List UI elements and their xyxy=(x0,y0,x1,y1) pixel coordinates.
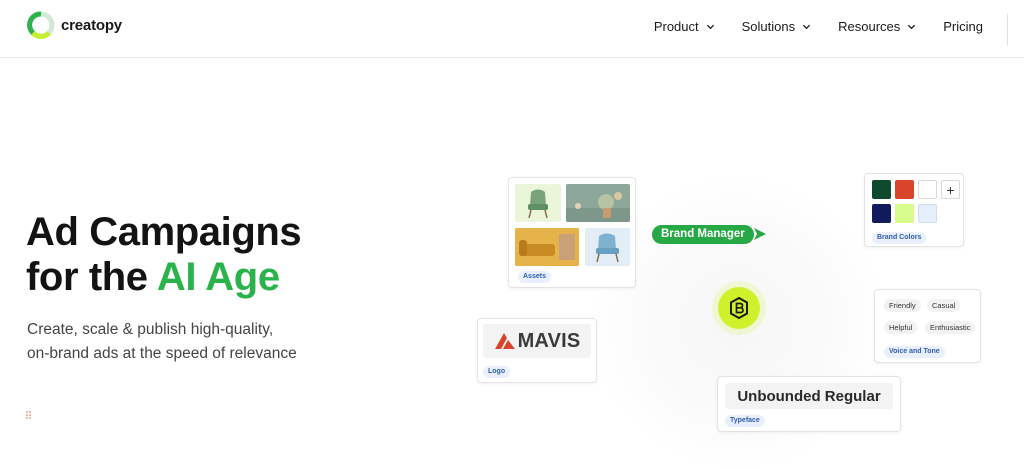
hero-title-prefix: for the xyxy=(26,255,157,299)
hero-subtitle-line2: on-brand ads at the speed of relevance xyxy=(27,345,297,362)
hero-subtitle-line1: Create, scale & publish high-quality, xyxy=(27,321,274,338)
creatopy-logo[interactable]: creatopy xyxy=(27,7,122,43)
hexagon-b-icon xyxy=(730,296,748,320)
nav-pricing[interactable]: Pricing xyxy=(943,19,983,34)
assets-card: Assets xyxy=(508,177,636,288)
blue-chair-image xyxy=(585,228,630,266)
dots-icon xyxy=(26,411,31,419)
mavis-mark-icon xyxy=(494,333,515,349)
nav-divider xyxy=(1007,14,1008,46)
hero-title-line1: Ad Campaigns xyxy=(26,210,302,254)
tone-enthusiastic: Enthusiastic xyxy=(925,321,976,334)
brand-name: creatopy xyxy=(61,16,122,34)
creatopy-logo-icon xyxy=(27,11,55,39)
brand-manager-pill: Brand Manager xyxy=(652,225,754,244)
brand-colors-chip: Brand Colors xyxy=(872,232,927,244)
swatch-red xyxy=(895,180,914,199)
typeface-sample: Unbounded Regular xyxy=(725,383,893,409)
add-color-button: + xyxy=(941,180,960,199)
top-navigation: creatopy Product Solutions Resources Pri… xyxy=(0,0,1024,58)
chevron-down-icon xyxy=(908,24,916,29)
brand-hub-badge xyxy=(718,287,760,329)
swatch-lime xyxy=(895,204,914,223)
arrow-right-icon xyxy=(754,228,766,240)
voice-tone-chip: Voice and Tone xyxy=(884,346,945,358)
nav-solutions-label: Solutions xyxy=(741,18,796,34)
assets-chip: Assets xyxy=(518,271,551,283)
tone-casual: Casual xyxy=(927,299,961,312)
tone-friendly: Friendly xyxy=(884,299,921,312)
swatch-white xyxy=(918,180,937,199)
chevron-down-icon xyxy=(803,24,811,29)
logo-chip: Logo xyxy=(483,366,511,378)
room-plants-image xyxy=(566,184,630,222)
hero-title: Ad Campaigns for the AI Age xyxy=(26,210,302,300)
plus-icon: + xyxy=(946,181,955,198)
mavis-logo: MAVIS xyxy=(483,324,591,358)
chevron-down-icon xyxy=(706,24,714,29)
tone-helpful: Helpful xyxy=(884,321,918,334)
nav-resources[interactable]: Resources xyxy=(838,19,916,34)
yellow-sofa-image xyxy=(515,228,579,266)
swatch-light-blue xyxy=(918,204,937,223)
logo-card: MAVIS Logo xyxy=(477,318,597,383)
mavis-wordmark: MAVIS xyxy=(517,329,581,352)
green-chair-image xyxy=(515,184,561,222)
nav-product[interactable]: Product xyxy=(654,19,715,34)
hero-subtitle: Create, scale & publish high-quality, on… xyxy=(27,318,347,366)
hero-title-highlight: AI Age xyxy=(156,255,280,299)
nav-pricing-label: Pricing xyxy=(943,18,983,34)
nav-resources-label: Resources xyxy=(838,18,901,34)
swatch-navy xyxy=(872,204,891,223)
nav-product-label: Product xyxy=(653,18,699,34)
nav-solutions[interactable]: Solutions xyxy=(742,19,811,34)
voice-tone-card: Friendly Casual Helpful Enthusiastic Voi… xyxy=(874,289,981,363)
main-menu: Product Solutions Resources Pricing xyxy=(654,0,983,52)
typeface-chip: Typeface xyxy=(725,415,765,427)
typeface-card: Unbounded Regular Typeface xyxy=(717,376,901,432)
brand-colors-card: + Brand Colors xyxy=(864,173,964,247)
swatch-dark-green xyxy=(872,180,891,199)
